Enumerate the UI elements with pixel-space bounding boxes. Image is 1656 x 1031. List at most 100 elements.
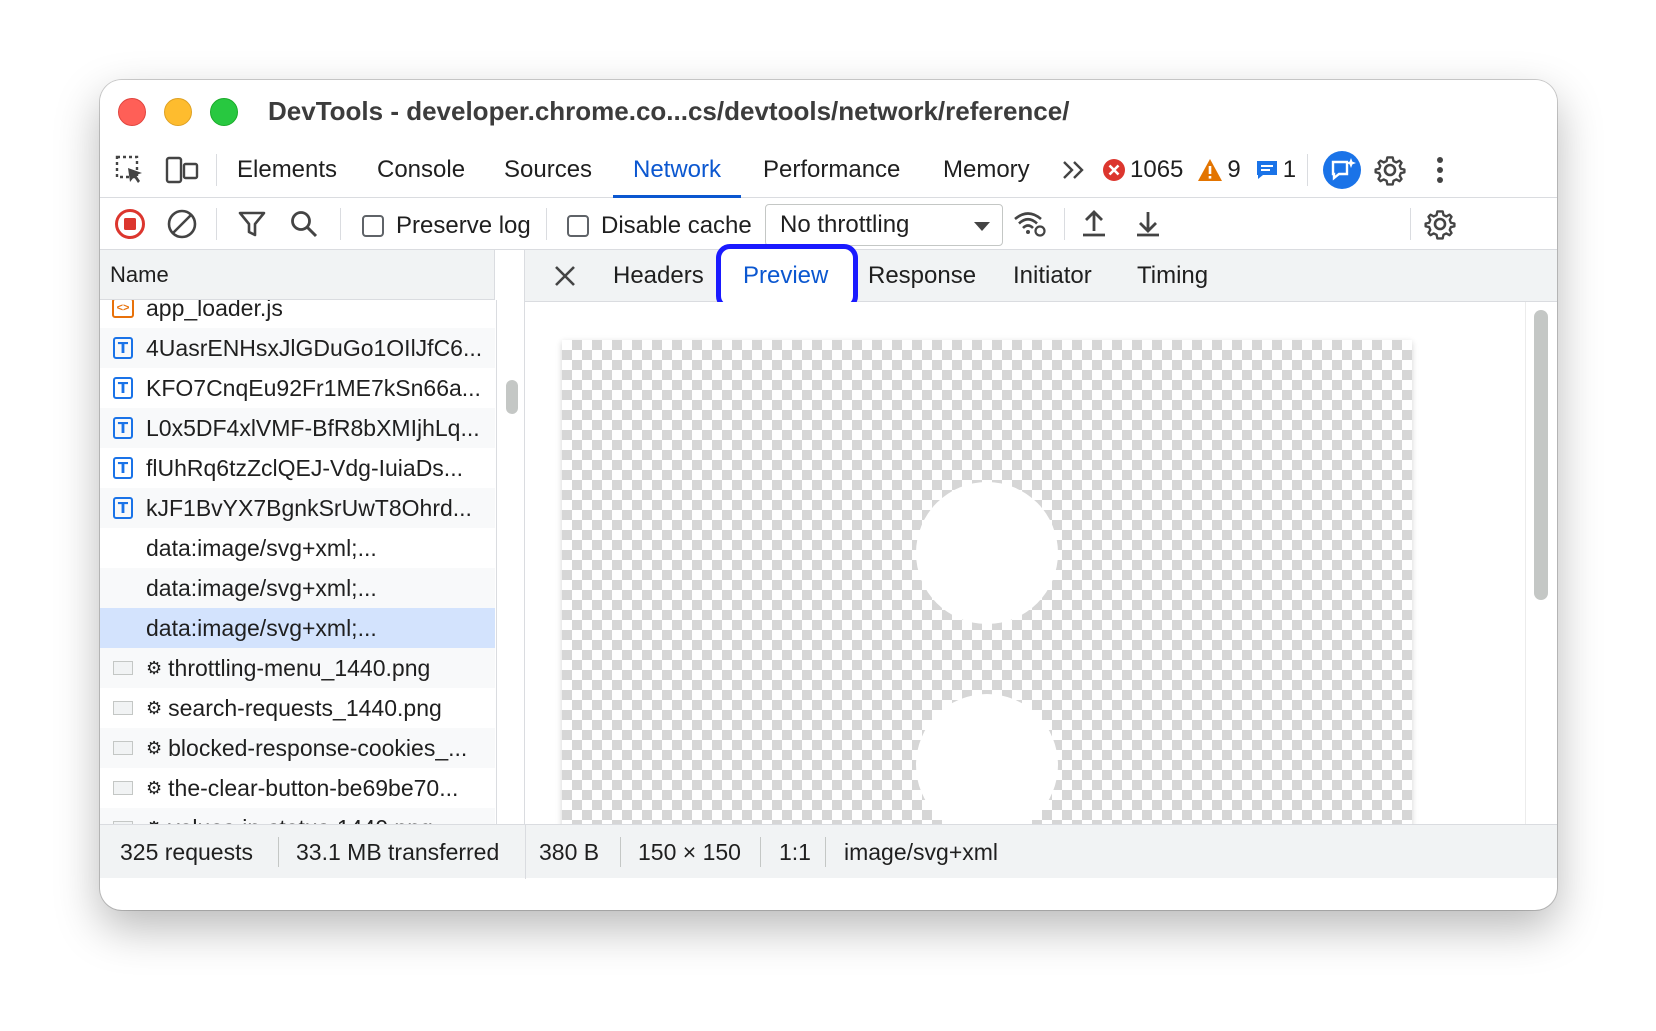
- warning-count[interactable]: 9: [1197, 156, 1241, 184]
- tab-timing[interactable]: Timing: [1137, 250, 1208, 302]
- request-row[interactable]: TflUhRq6tzZclQEJ-Vdg-IuiaDs...: [100, 448, 495, 488]
- font-file-icon: T: [112, 497, 134, 519]
- inspect-element-icon[interactable]: [112, 152, 148, 188]
- request-row[interactable]: ⚙ the-clear-button-be69be70...: [100, 768, 495, 808]
- transferred-size: 33.1 MB transferred: [296, 839, 500, 865]
- request-row[interactable]: data:image/svg+xml;...: [100, 568, 495, 608]
- divider: [278, 837, 279, 867]
- requests-panel: <> app_loader.js T 4UasrENHsxJlGDuGo1OIlJfC…: [100, 250, 525, 824]
- tab-response[interactable]: Response: [868, 250, 976, 302]
- clear-icon[interactable]: [164, 206, 200, 242]
- title-bar: DevTools - developer.chrome.co...cs/devt…: [100, 80, 1557, 142]
- divider: [825, 837, 826, 867]
- message-count-value: 1: [1282, 156, 1297, 183]
- service-worker-gear-icon: ⚙: [146, 777, 163, 798]
- request-name: KFO7CnqEu92Fr1ME7kSn66a...: [146, 374, 481, 401]
- request-row[interactable]: data:image/svg+xml;...: [100, 608, 495, 648]
- request-name: data:image/svg+xml;...: [146, 534, 377, 561]
- preserve-log-box[interactable]: [362, 215, 384, 237]
- error-count-value: 1065: [1130, 156, 1184, 183]
- tab-elements[interactable]: Elements: [237, 142, 337, 198]
- more-options-icon[interactable]: [1422, 152, 1458, 188]
- image-file-icon: [112, 817, 134, 824]
- request-name: the-clear-button-be69be70...: [168, 774, 459, 801]
- divider: [760, 837, 761, 867]
- tab-performance[interactable]: Performance: [763, 142, 900, 198]
- throttling-select[interactable]: No throttling: [765, 204, 1003, 246]
- divider: [1064, 208, 1065, 240]
- search-icon[interactable]: [286, 206, 322, 242]
- network-settings-icon[interactable]: [1422, 206, 1458, 242]
- settings-gear-icon[interactable]: [1372, 152, 1408, 188]
- request-name: 4UasrENHsxJlGDuGo1OIlJfC6...: [146, 334, 483, 361]
- disable-cache-checkbox[interactable]: Disable cache: [567, 212, 752, 240]
- tab-headers[interactable]: Headers: [613, 250, 704, 302]
- name-column-header[interactable]: Name: [100, 250, 495, 300]
- main-tab-bar: Elements Console Sources Network Perform…: [100, 142, 1557, 198]
- message-count[interactable]: 1: [1255, 156, 1296, 184]
- request-name: data:image/svg+xml;...: [146, 614, 377, 641]
- tab-initiator[interactable]: Initiator: [1013, 250, 1092, 302]
- preserve-log-checkbox[interactable]: Preserve log: [362, 212, 531, 240]
- divider: [620, 837, 621, 867]
- request-row[interactable]: ⚙values-in-status-1440.png: [100, 808, 495, 824]
- divider: [1410, 208, 1411, 240]
- image-file-icon: [112, 657, 134, 679]
- request-name: blocked-response-cookies_...: [168, 734, 468, 761]
- zoom-window-button[interactable]: [210, 98, 238, 126]
- request-name: values-in-status-1440.png: [168, 815, 433, 825]
- request-row[interactable]: T L0x5DF4xlVMF-BfR8bXMIjhLq...: [100, 408, 495, 448]
- close-window-button[interactable]: [118, 98, 146, 126]
- ai-assistance-icon[interactable]: [1322, 150, 1362, 190]
- aspect-ratio: 1:1: [779, 839, 811, 865]
- filter-icon[interactable]: [234, 206, 270, 242]
- svg-file-icon: [112, 577, 134, 599]
- scrollbar-thumb[interactable]: [1534, 310, 1548, 600]
- export-har-icon[interactable]: [1130, 206, 1166, 242]
- mime-type: image/svg+xml: [844, 839, 999, 865]
- image-preview: [562, 340, 1412, 824]
- service-worker-gear-icon: ⚙: [146, 657, 163, 678]
- issue-counters[interactable]: 1065 9 1: [1102, 142, 1310, 198]
- preview-scrollbar[interactable]: [1525, 302, 1557, 824]
- divider: [216, 154, 217, 186]
- chevron-down-icon: [974, 222, 990, 231]
- divider: [216, 208, 217, 240]
- request-count: 325 requests: [120, 839, 253, 865]
- request-name: search-requests_1440.png: [168, 694, 442, 721]
- tab-network[interactable]: Network: [612, 142, 742, 198]
- request-row[interactable]: ⚙ search-requests_1440.png: [100, 688, 495, 728]
- close-icon[interactable]: [549, 260, 581, 292]
- request-row[interactable]: TkJF1BvYX7BgnkSrUwT8Ohrd...: [100, 488, 495, 528]
- image-file-icon: [112, 697, 134, 719]
- minimize-window-button[interactable]: [164, 98, 192, 126]
- divider: [525, 825, 526, 879]
- device-toolbar-icon[interactable]: [164, 152, 200, 188]
- tab-sources[interactable]: Sources: [504, 142, 592, 198]
- requests-scrollbar[interactable]: [496, 300, 524, 824]
- tab-preview[interactable]: Preview: [743, 250, 828, 302]
- tab-memory[interactable]: Memory: [943, 142, 1030, 198]
- chevron-double-right-icon[interactable]: [1056, 152, 1092, 188]
- scrollbar-thumb[interactable]: [506, 380, 518, 414]
- disable-cache-box[interactable]: [567, 215, 589, 237]
- request-row[interactable]: ⚙ blocked-response-cookies_...: [100, 728, 495, 768]
- error-icon: [1103, 159, 1125, 181]
- tab-console[interactable]: Console: [377, 142, 465, 198]
- network-conditions-icon[interactable]: [1012, 206, 1048, 242]
- font-file-icon: T: [112, 417, 134, 439]
- disable-cache-label: Disable cache: [601, 212, 752, 239]
- request-details-panel: Headers Preview Response Initiator Timin…: [525, 244, 1557, 824]
- request-row[interactable]: T KFO7CnqEu92Fr1ME7kSn66a...: [100, 368, 495, 408]
- request-row[interactable]: ⚙ throttling-menu_1440.png: [100, 648, 495, 688]
- request-row[interactable]: T 4UasrENHsxJlGDuGo1OIlJfC6...: [100, 328, 495, 368]
- error-count[interactable]: 1065: [1102, 156, 1183, 184]
- warning-count-value: 9: [1227, 156, 1241, 183]
- font-file-icon: T: [112, 377, 134, 399]
- import-har-icon[interactable]: [1076, 206, 1112, 242]
- stop-recording-icon[interactable]: [112, 206, 148, 242]
- request-row[interactable]: data:image/svg+xml;...: [100, 528, 495, 568]
- divider: [1307, 154, 1308, 186]
- font-file-icon: T: [112, 337, 134, 359]
- image-dot: [916, 482, 1058, 624]
